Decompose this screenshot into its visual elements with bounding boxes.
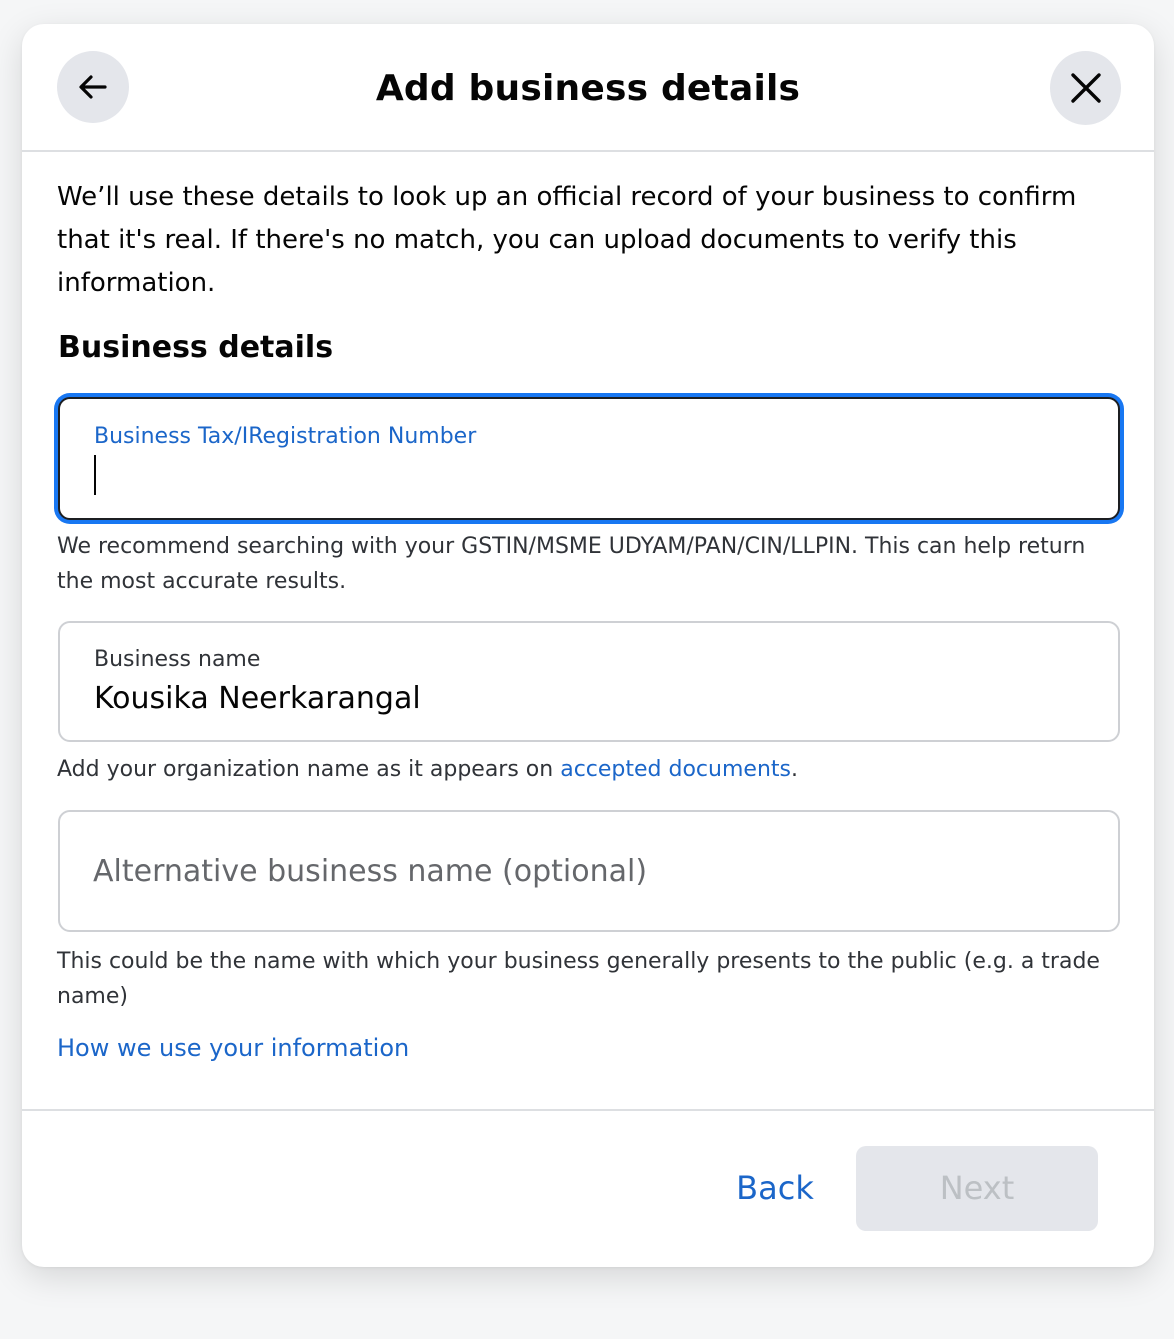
alternative-business-name-placeholder: Alternative business name (optional): [93, 854, 648, 889]
business-name-label: Business name: [94, 647, 261, 672]
next-button[interactable]: Next: [856, 1146, 1098, 1231]
close-icon: [1070, 73, 1101, 103]
business-name-helper-suffix: .: [790, 757, 798, 782]
close-button[interactable]: [1050, 51, 1121, 125]
dialog-header: Add business details: [22, 24, 1154, 152]
intro-text: We’ll use these details to look up an of…: [57, 182, 1077, 298]
business-name-value: Kousika Neerkarangal: [94, 681, 421, 716]
section-title: Business details: [58, 330, 334, 365]
text-caret: [94, 455, 96, 495]
business-name-helper-prefix: Add your organization name as it appears…: [57, 757, 561, 782]
add-business-details-dialog: Add business details We’ll use these det…: [22, 24, 1154, 1267]
tax-registration-helper-text: We recommend searching with your GSTIN/M…: [57, 534, 1086, 594]
business-name-helper-text: Add your organization name as it appears…: [57, 752, 1122, 787]
tax-registration-number-label: Business Tax/IRegistration Number: [94, 424, 477, 449]
how-we-use-your-information-link[interactable]: How we use your information: [57, 1034, 409, 1062]
tax-registration-number-field[interactable]: Business Tax/IRegistration Number: [58, 397, 1120, 520]
back-icon-button[interactable]: [57, 51, 129, 123]
back-button[interactable]: Back: [719, 1146, 831, 1230]
footer-divider: [22, 1109, 1154, 1111]
alternative-name-helper-text: This could be the name with which your b…: [57, 949, 1100, 1009]
dialog-title: Add business details: [375, 68, 801, 109]
accepted-documents-link[interactable]: accepted documents: [560, 757, 791, 782]
arrow-left-icon: [79, 75, 107, 99]
business-name-field[interactable]: Business name Kousika Neerkarangal: [58, 621, 1120, 742]
alternative-business-name-field[interactable]: Alternative business name (optional): [58, 810, 1120, 932]
